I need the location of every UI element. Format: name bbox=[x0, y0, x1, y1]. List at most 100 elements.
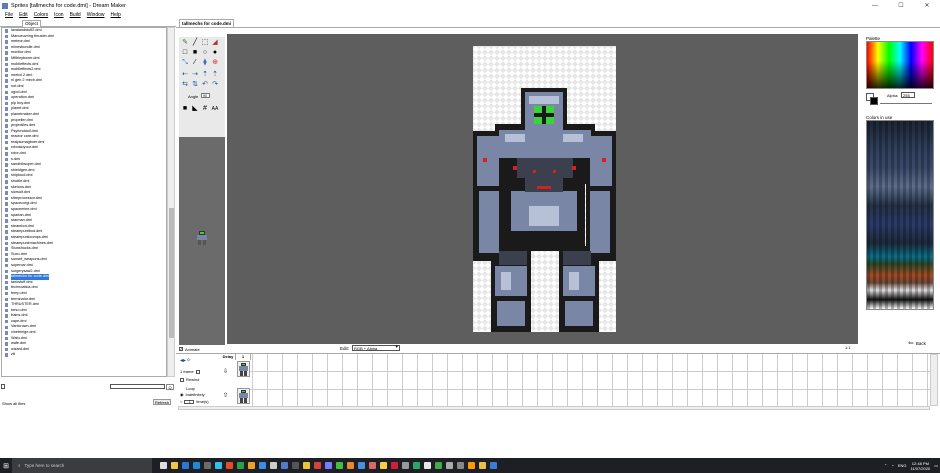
arrow-left-icon[interactable]: ⇠ bbox=[181, 71, 189, 79]
pencil-icon[interactable]: ✎ bbox=[181, 39, 189, 47]
sprite-thumbnail[interactable] bbox=[196, 231, 208, 245]
app-icon[interactable] bbox=[303, 462, 310, 469]
scrollbar-thumb[interactable] bbox=[169, 208, 174, 338]
taskbar-search[interactable]: ⌕ Type here to search bbox=[12, 458, 152, 473]
app-icon[interactable] bbox=[270, 462, 277, 469]
menu-file[interactable]: File bbox=[5, 12, 13, 18]
arrow-up-2-icon[interactable]: ⇡ bbox=[211, 71, 219, 79]
app-icon[interactable] bbox=[226, 462, 233, 469]
chrome-icon[interactable] bbox=[259, 462, 266, 469]
app-icon[interactable] bbox=[391, 462, 398, 469]
fill-square-icon[interactable]: ■ bbox=[181, 105, 189, 113]
move-up-icon[interactable]: ⇧ bbox=[223, 392, 228, 399]
rect-outline-icon[interactable]: □ bbox=[181, 49, 189, 57]
file-explorer-icon[interactable] bbox=[171, 462, 178, 469]
menu-window[interactable]: Window bbox=[87, 12, 105, 18]
language-indicator[interactable]: ENG bbox=[898, 463, 907, 468]
app-icon[interactable] bbox=[369, 462, 376, 469]
app-icon[interactable] bbox=[336, 462, 343, 469]
dream-maker-icon[interactable] bbox=[325, 462, 332, 469]
picker-icon[interactable]: ⁄ bbox=[191, 59, 199, 67]
frames-stepper[interactable] bbox=[195, 369, 200, 374]
close-button[interactable]: ✕ bbox=[914, 0, 940, 11]
line-icon[interactable]: ╱ bbox=[191, 39, 199, 47]
menu-icon[interactable]: Icon bbox=[54, 12, 63, 18]
windows-start-icon[interactable]: ⊞ bbox=[0, 458, 12, 473]
app-icon[interactable] bbox=[204, 462, 211, 469]
back-button[interactable]: ⇐ Back bbox=[908, 339, 926, 347]
search-icon[interactable]: Q bbox=[166, 384, 174, 390]
app-icon[interactable] bbox=[248, 462, 255, 469]
sprite-frame[interactable] bbox=[473, 46, 616, 332]
show-all-files-label[interactable]: Show all files bbox=[2, 401, 25, 406]
network-icon[interactable]: ◔ bbox=[891, 463, 893, 468]
minimize-button[interactable]: — bbox=[862, 0, 888, 11]
eraser-icon[interactable]: ◢ bbox=[211, 39, 219, 47]
menu-edit[interactable]: Edit bbox=[19, 12, 28, 18]
menu-help[interactable]: Help bbox=[111, 12, 121, 18]
store-icon[interactable] bbox=[193, 462, 200, 469]
flip-h-icon[interactable]: ⇆ bbox=[181, 81, 189, 89]
grid-icon[interactable]: # bbox=[201, 105, 209, 113]
color-palette[interactable] bbox=[866, 41, 934, 89]
app-icon[interactable] bbox=[424, 462, 431, 469]
edge-icon[interactable] bbox=[215, 462, 222, 469]
flip-v-icon[interactable]: ⇅ bbox=[191, 81, 199, 89]
times-radio[interactable]: ○ bbox=[180, 399, 182, 404]
timeline-hscrollbar[interactable] bbox=[178, 406, 930, 410]
timeline-vscrollbar[interactable] bbox=[930, 354, 938, 406]
app-icon[interactable] bbox=[413, 462, 420, 469]
app-icon[interactable] bbox=[292, 462, 299, 469]
animate-checkbox[interactable]: ✓ bbox=[179, 347, 183, 351]
menu-build[interactable]: Build bbox=[70, 12, 81, 18]
ellipse-outline-icon[interactable]: ○ bbox=[201, 49, 209, 57]
frame-grid[interactable] bbox=[238, 354, 930, 406]
tab-document[interactable]: tallmechs for code.dmi bbox=[179, 19, 235, 27]
app-icon[interactable] bbox=[479, 462, 486, 469]
frame-cell[interactable] bbox=[237, 361, 250, 377]
tab-object[interactable]: Object bbox=[22, 20, 42, 27]
times-input[interactable]: 1 bbox=[184, 399, 195, 404]
tray-arrow-icon[interactable]: ⌃ bbox=[884, 463, 887, 468]
file-list-scrollbar[interactable] bbox=[167, 27, 175, 377]
select-icon[interactable]: ⬚ bbox=[201, 39, 209, 47]
maximize-button[interactable]: ☐ bbox=[888, 0, 914, 11]
app-icon[interactable] bbox=[490, 462, 497, 469]
notifications-icon[interactable]: ▭ bbox=[934, 463, 938, 468]
zoom-icon[interactable]: ⊕ bbox=[211, 59, 219, 67]
file-list[interactable]: lavalandstuff2.dmi Manoeuvring thruster.d… bbox=[1, 27, 167, 377]
zoom-level[interactable]: 1:1 bbox=[845, 345, 851, 350]
file-search-input[interactable] bbox=[110, 384, 165, 389]
app-icon[interactable] bbox=[435, 462, 442, 469]
primary-color-swatch[interactable] bbox=[870, 97, 878, 105]
refresh-button[interactable]: Refresh bbox=[153, 399, 172, 405]
app-icon[interactable] bbox=[314, 462, 321, 469]
mail-icon[interactable] bbox=[182, 462, 189, 469]
edit-canvas[interactable] bbox=[227, 34, 858, 344]
antialias-toggle[interactable]: AA bbox=[211, 105, 219, 113]
alpha-slider[interactable] bbox=[880, 103, 932, 104]
small-field[interactable] bbox=[1, 384, 5, 389]
task-view-icon[interactable] bbox=[160, 462, 167, 469]
steam-icon[interactable] bbox=[281, 462, 288, 469]
app-icon[interactable] bbox=[457, 462, 464, 469]
vlc-icon[interactable] bbox=[468, 462, 475, 469]
app-icon[interactable] bbox=[446, 462, 453, 469]
file-item[interactable]: ztt bbox=[2, 352, 166, 358]
rotate-right-icon[interactable]: ↷ bbox=[211, 81, 219, 89]
menu-colors[interactable]: Colors bbox=[34, 12, 48, 18]
ellipse-fill-icon[interactable]: ● bbox=[211, 49, 219, 57]
rotate-left-icon[interactable]: ↶ bbox=[201, 81, 209, 89]
rewind-checkbox[interactable] bbox=[180, 377, 184, 382]
fill-icon[interactable]: ⧫ bbox=[201, 59, 209, 67]
move-down-icon[interactable]: ⇩ bbox=[223, 368, 228, 375]
app-icon[interactable] bbox=[380, 462, 387, 469]
clock[interactable]: 12:48 PM 11/07/2020 bbox=[910, 461, 930, 471]
move-icon[interactable]: ⤡ bbox=[181, 59, 189, 67]
colors-in-use-grid[interactable] bbox=[866, 120, 934, 310]
edit-mode-select[interactable]: RGB + Alpha bbox=[352, 345, 401, 351]
arrow-up-icon[interactable]: ⇡ bbox=[201, 71, 209, 79]
app-icon[interactable] bbox=[237, 462, 244, 469]
angle-input[interactable]: 90 bbox=[201, 93, 210, 98]
app-icon[interactable] bbox=[402, 462, 409, 469]
